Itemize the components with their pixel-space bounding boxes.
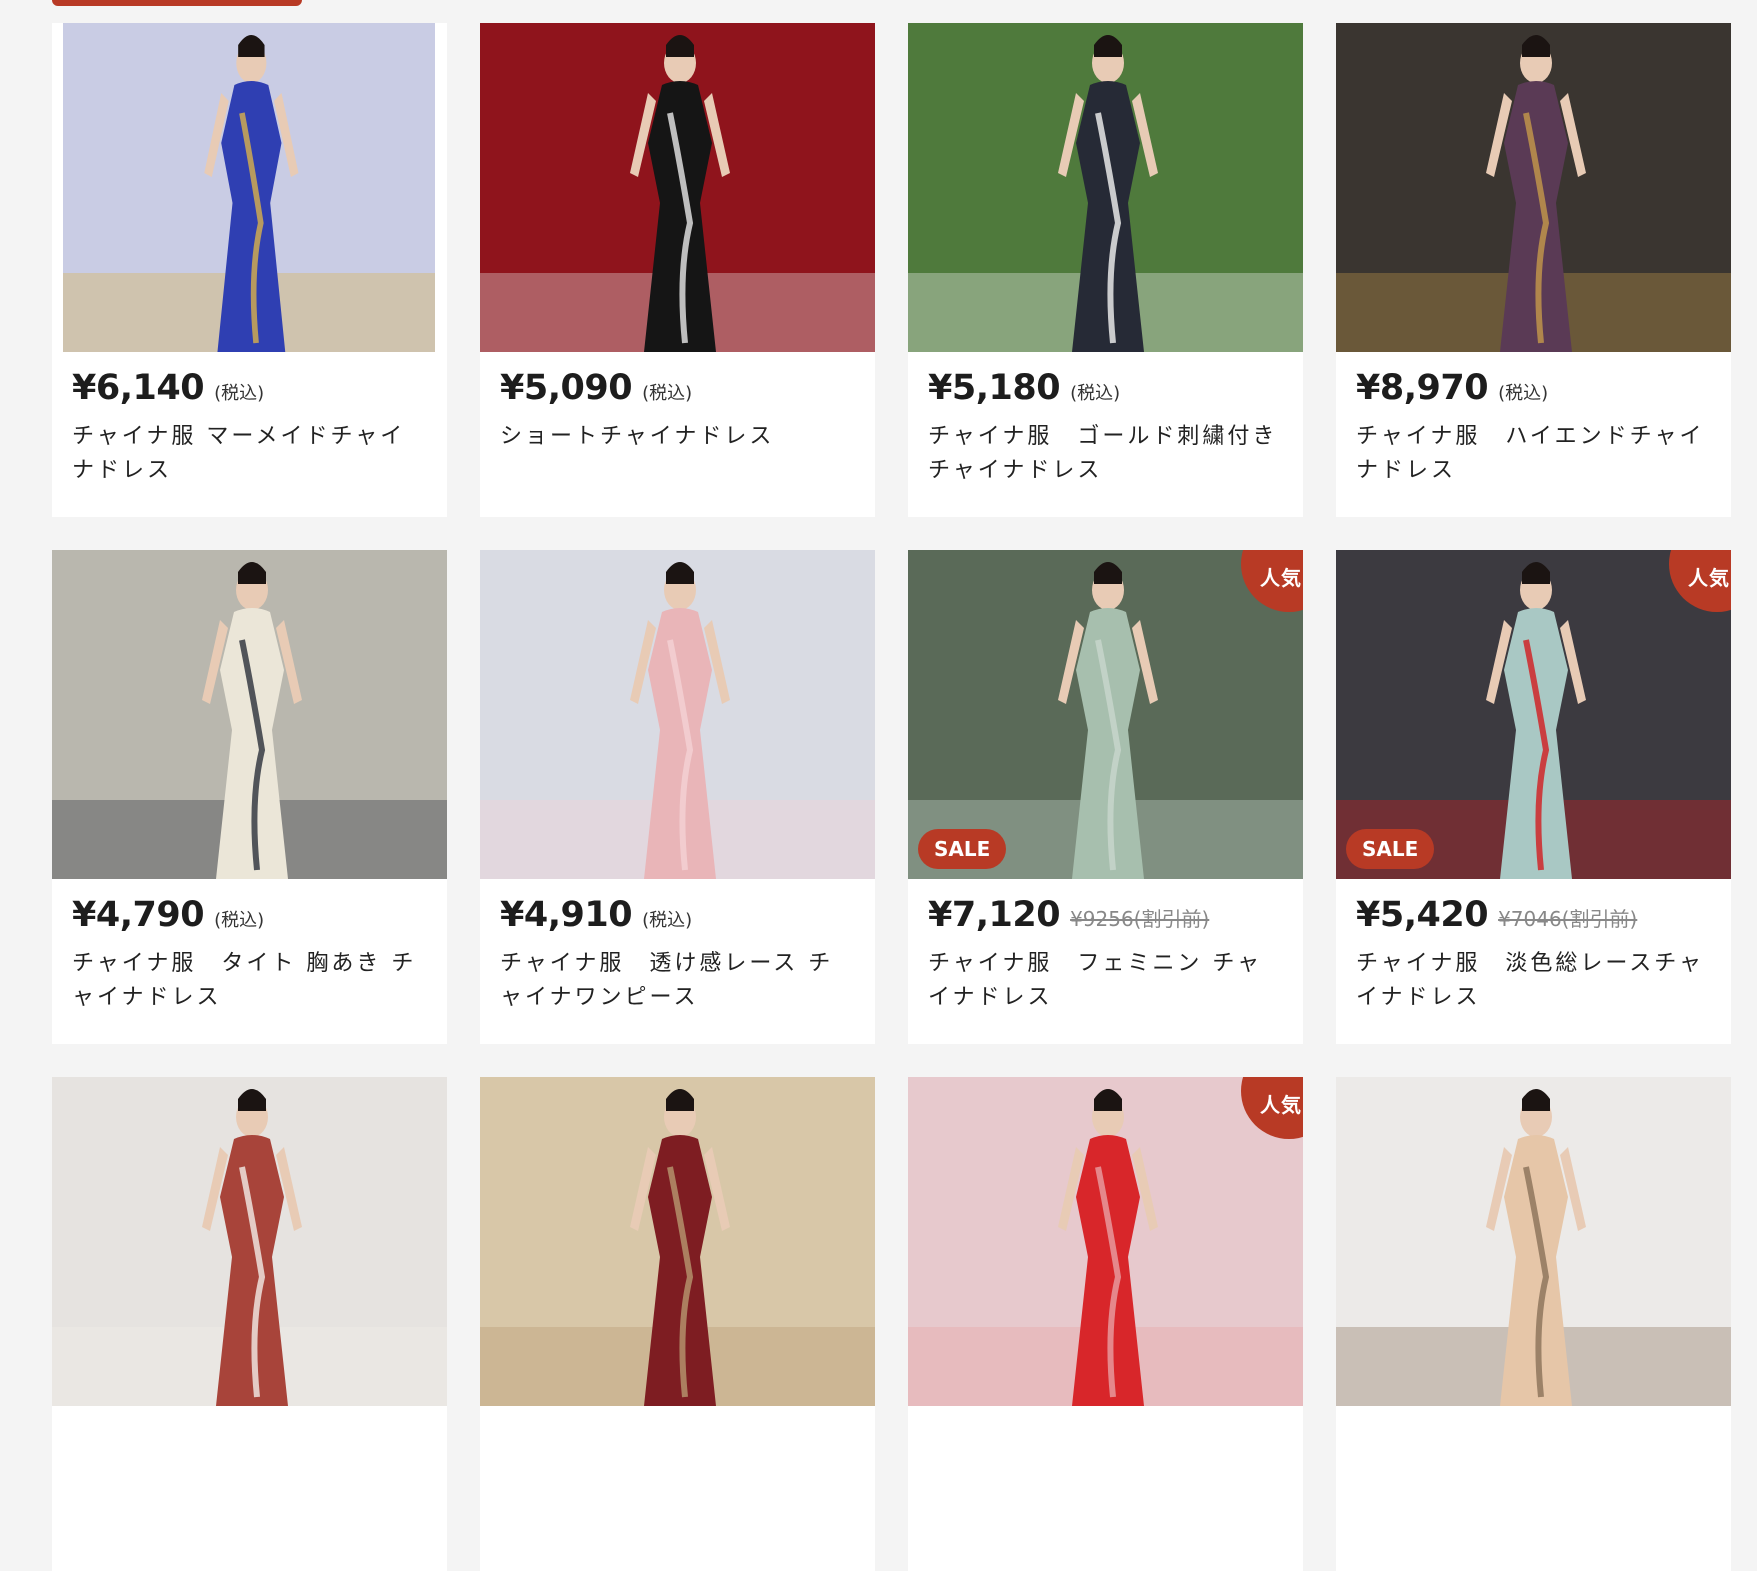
price: ¥7,120 [928, 895, 1061, 935]
product-name[interactable]: チャイナ服 ゴールド刺繍付きチャイナドレス [928, 420, 1283, 488]
product-card[interactable] [480, 1077, 875, 1571]
product-name[interactable]: チャイナ服 淡色総レースチャイナドレス [1356, 947, 1711, 1015]
dress-photo-illustration [908, 1077, 1303, 1406]
dress-photo-illustration [480, 23, 875, 352]
product-card[interactable]: ¥5,090 (税込) ショートチャイナドレス [480, 23, 875, 517]
product-name[interactable]: チャイナ服 タイト 胸あき チャイナドレス [72, 947, 427, 1015]
product-photo[interactable]: 人気 [908, 1077, 1303, 1406]
product-grid: ¥6,140 (税込) チャイナ服 マーメイドチャイナドレス ¥5,090 (税込) シ… [52, 23, 1731, 1571]
product-card[interactable]: 人気 SALE ¥7,120 ¥9256(割引前) チャイナ服 フェミニン チャイナドレ… [908, 550, 1303, 1044]
dress-photo-illustration [1336, 1077, 1731, 1406]
product-photo[interactable] [480, 550, 875, 879]
tax-included-label: (税込) [642, 910, 693, 931]
product-photo[interactable] [480, 23, 875, 352]
tax-included-label: (税込) [1070, 383, 1121, 404]
tax-included-label: (税込) [642, 383, 693, 404]
price-line: ¥8,970 (税込) [1356, 368, 1711, 408]
price: ¥5,090 [500, 368, 633, 408]
original-price: ¥7046(割引前) [1498, 907, 1638, 931]
sale-badge: SALE [918, 829, 1007, 869]
price: ¥5,180 [928, 368, 1061, 408]
dress-photo-illustration [1336, 23, 1731, 352]
dress-photo-illustration [52, 1077, 447, 1406]
price-line: ¥4,910 (税込) [500, 895, 855, 935]
price-line: ¥7,120 ¥9256(割引前) [928, 895, 1283, 935]
price: ¥5,420 [1356, 895, 1489, 935]
popular-badge-label: 人気 [1260, 1093, 1302, 1117]
product-card[interactable]: ¥4,790 (税込) チャイナ服 タイト 胸あき チャイナドレス [52, 550, 447, 1044]
price: ¥4,790 [72, 895, 205, 935]
product-info: ¥6,140 (税込) チャイナ服 マーメイドチャイナドレス [52, 352, 447, 488]
product-info: ¥5,420 ¥7046(割引前) チャイナ服 淡色総レースチャイナドレス [1336, 879, 1731, 1015]
product-info: ¥4,910 (税込) チャイナ服 透け感レース チャイナワンピース [480, 879, 875, 1015]
product-photo[interactable] [1336, 1077, 1731, 1406]
product-info: ¥8,970 (税込) チャイナ服 ハイエンドチャイナドレス [1336, 352, 1731, 488]
price-line: ¥6,140 (税込) [72, 368, 427, 408]
product-card[interactable] [1336, 1077, 1731, 1571]
dress-photo-illustration [908, 23, 1303, 352]
product-name[interactable]: ショートチャイナドレス [500, 420, 855, 454]
price: ¥6,140 [72, 368, 205, 408]
product-name[interactable]: チャイナ服 マーメイドチャイナドレス [72, 420, 427, 488]
product-photo[interactable] [908, 23, 1303, 352]
dress-photo-illustration [480, 1077, 875, 1406]
price-line: ¥5,180 (税込) [928, 368, 1283, 408]
price: ¥4,910 [500, 895, 633, 935]
product-card[interactable]: ¥8,970 (税込) チャイナ服 ハイエンドチャイナドレス [1336, 23, 1731, 517]
price-line: ¥5,420 ¥7046(割引前) [1356, 895, 1711, 935]
product-card[interactable]: 人気 [908, 1077, 1303, 1571]
product-photo[interactable] [480, 1077, 875, 1406]
product-name[interactable]: チャイナ服 ハイエンドチャイナドレス [1356, 420, 1711, 488]
product-info: ¥5,180 (税込) チャイナ服 ゴールド刺繍付きチャイナドレス [908, 352, 1303, 488]
product-card[interactable]: ¥6,140 (税込) チャイナ服 マーメイドチャイナドレス [52, 23, 447, 517]
original-price: ¥9256(割引前) [1070, 907, 1210, 931]
product-photo[interactable]: 人気 SALE [908, 550, 1303, 879]
dress-photo-illustration [480, 550, 875, 879]
popular-badge-label: 人気 [1688, 566, 1730, 590]
price: ¥8,970 [1356, 368, 1489, 408]
product-info: ¥4,790 (税込) チャイナ服 タイト 胸あき チャイナドレス [52, 879, 447, 1015]
dress-photo-illustration [52, 550, 447, 879]
product-card[interactable]: ¥4,910 (税込) チャイナ服 透け感レース チャイナワンピース [480, 550, 875, 1044]
product-card[interactable]: 人気 SALE ¥5,420 ¥7046(割引前) チャイナ服 淡色総レースチャイナドレ… [1336, 550, 1731, 1044]
dress-photo-illustration [63, 23, 435, 352]
popular-badge-label: 人気 [1260, 566, 1302, 590]
product-photo[interactable] [52, 1077, 447, 1406]
product-photo[interactable] [1336, 23, 1731, 352]
product-photo[interactable]: 人気 SALE [1336, 550, 1731, 879]
price-line: ¥4,790 (税込) [72, 895, 427, 935]
tax-included-label: (税込) [214, 383, 265, 404]
product-card[interactable] [52, 1077, 447, 1571]
product-card[interactable]: ¥5,180 (税込) チャイナ服 ゴールド刺繍付きチャイナドレス [908, 23, 1303, 517]
product-name[interactable]: チャイナ服 フェミニン チャイナドレス [928, 947, 1283, 1015]
tax-included-label: (税込) [214, 910, 265, 931]
product-name[interactable]: チャイナ服 透け感レース チャイナワンピース [500, 947, 855, 1015]
tax-included-label: (税込) [1498, 383, 1549, 404]
product-info: ¥5,090 (税込) ショートチャイナドレス [480, 352, 875, 454]
price-line: ¥5,090 (税込) [500, 368, 855, 408]
category-tab-indicator[interactable] [52, 0, 302, 6]
product-photo[interactable] [63, 23, 435, 352]
product-info: ¥7,120 ¥9256(割引前) チャイナ服 フェミニン チャイナドレス [908, 879, 1303, 1015]
sale-badge: SALE [1346, 829, 1435, 869]
product-photo[interactable] [52, 550, 447, 879]
